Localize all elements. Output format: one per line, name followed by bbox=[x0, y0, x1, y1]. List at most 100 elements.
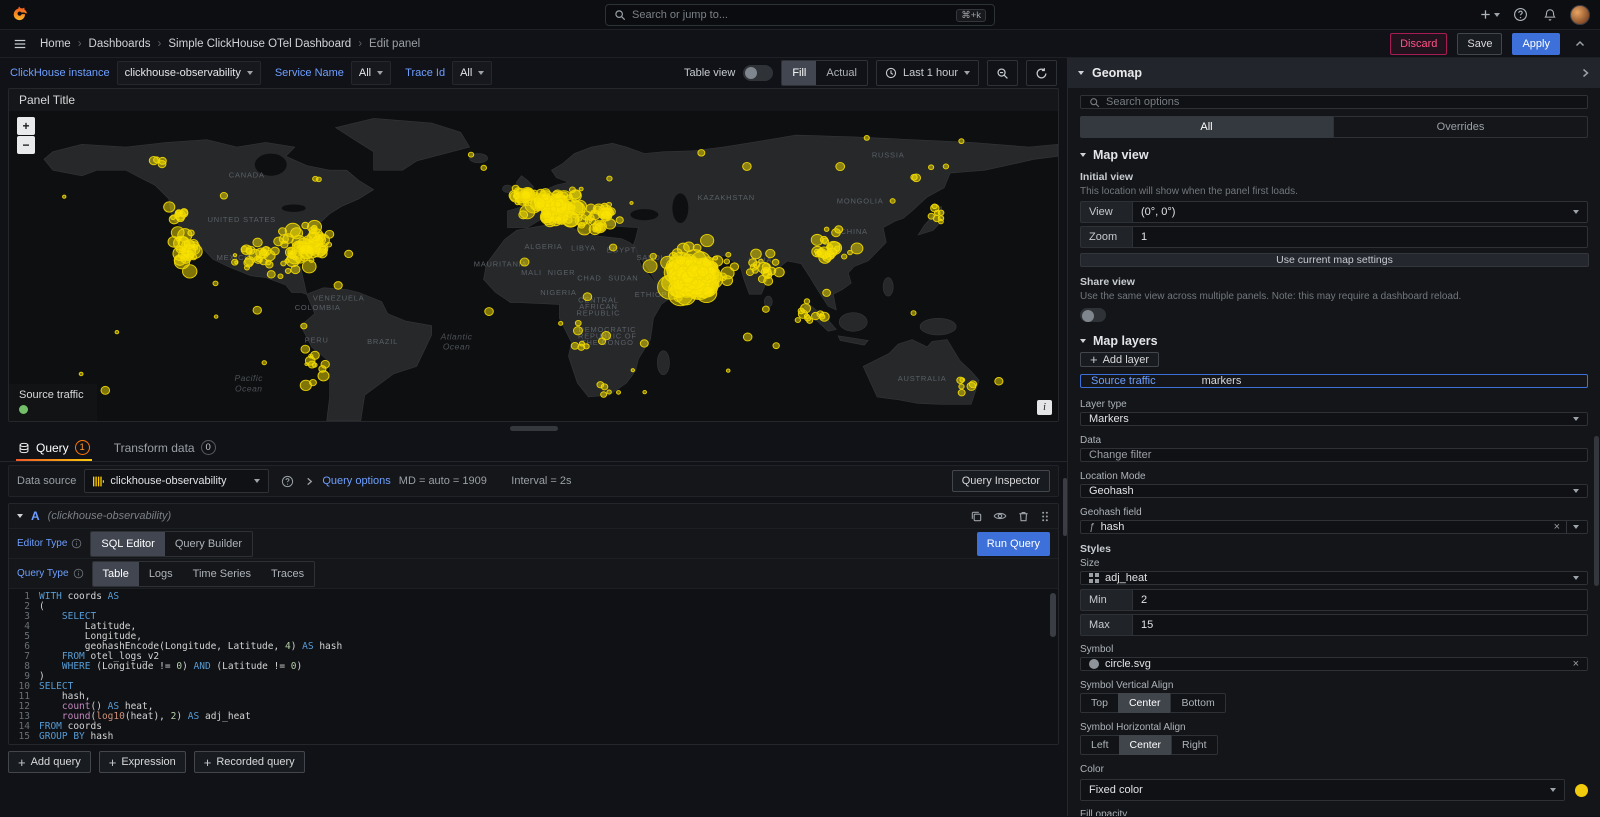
panel-title[interactable]: Panel Title bbox=[9, 89, 1058, 111]
map-marker[interactable] bbox=[743, 333, 752, 341]
map-marker[interactable] bbox=[559, 321, 563, 325]
map-marker[interactable] bbox=[279, 235, 288, 244]
map-marker[interactable] bbox=[174, 255, 185, 266]
map-marker[interactable] bbox=[701, 234, 714, 246]
map-marker[interactable] bbox=[278, 274, 283, 279]
map-marker[interactable] bbox=[577, 217, 582, 221]
halign-center[interactable]: Center bbox=[1119, 735, 1173, 755]
add-layer-button[interactable]: +Add layer bbox=[1080, 352, 1159, 367]
share-view-toggle[interactable] bbox=[1080, 308, 1106, 322]
map-marker[interactable] bbox=[630, 202, 633, 205]
map-marker[interactable] bbox=[214, 315, 218, 318]
user-avatar[interactable] bbox=[1570, 5, 1590, 25]
map-marker[interactable] bbox=[101, 386, 110, 394]
remove-query-trash-icon[interactable] bbox=[1017, 510, 1030, 523]
map-marker[interactable] bbox=[726, 252, 731, 257]
map-marker[interactable] bbox=[674, 294, 682, 301]
options-search-input[interactable]: Search options bbox=[1080, 95, 1588, 109]
map-marker[interactable] bbox=[598, 338, 605, 345]
map-marker[interactable] bbox=[321, 360, 329, 368]
map-marker[interactable] bbox=[832, 229, 841, 237]
map-marker[interactable] bbox=[679, 280, 683, 284]
run-query-button[interactable]: Run Query bbox=[977, 532, 1050, 556]
variable-value-dropdown[interactable]: All bbox=[452, 61, 492, 85]
map-marker[interactable] bbox=[63, 195, 66, 198]
variable-value-dropdown[interactable]: clickhouse-observability bbox=[117, 61, 261, 85]
map-marker[interactable] bbox=[213, 281, 218, 286]
map-marker[interactable] bbox=[851, 243, 863, 254]
halign-right[interactable]: Right bbox=[1171, 735, 1218, 755]
map-marker[interactable] bbox=[302, 260, 316, 273]
map-marker[interactable] bbox=[697, 266, 708, 277]
map-marker[interactable] bbox=[183, 265, 197, 278]
map-marker[interactable] bbox=[640, 340, 648, 347]
query-builder-button[interactable]: Query Builder bbox=[165, 532, 252, 556]
map-zoom-out-button[interactable]: − bbox=[17, 136, 35, 154]
map-marker[interactable] bbox=[761, 267, 771, 276]
map-marker[interactable] bbox=[254, 256, 262, 264]
map-marker[interactable] bbox=[481, 165, 487, 170]
map-marker[interactable] bbox=[542, 210, 551, 219]
query-type-logs[interactable]: Logs bbox=[139, 562, 183, 586]
layer-row-source-traffic[interactable]: Source traffic markers bbox=[1080, 374, 1588, 388]
discard-button[interactable]: Discard bbox=[1390, 33, 1447, 55]
map-marker[interactable] bbox=[928, 213, 934, 219]
map-marker[interactable] bbox=[609, 244, 616, 251]
map-marker[interactable] bbox=[575, 320, 581, 325]
map-marker[interactable] bbox=[264, 250, 275, 260]
map-marker[interactable] bbox=[521, 190, 531, 200]
map-marker[interactable] bbox=[598, 224, 602, 228]
map-marker[interactable] bbox=[617, 391, 621, 395]
sidebar-header[interactable]: Geomap bbox=[1068, 58, 1600, 88]
query-type-time-series[interactable]: Time Series bbox=[183, 562, 261, 586]
map-marker[interactable] bbox=[169, 215, 179, 224]
add-recorded-query-button[interactable]: +Recorded query bbox=[194, 751, 305, 773]
map-marker[interactable] bbox=[730, 263, 738, 271]
datasource-picker[interactable]: clickhouse-observability bbox=[84, 469, 269, 493]
map-marker[interactable] bbox=[509, 190, 520, 200]
map-marker[interactable] bbox=[811, 234, 823, 245]
location-mode-select[interactable]: Geohash bbox=[1080, 484, 1588, 498]
map-marker[interactable] bbox=[244, 265, 249, 270]
resize-grip[interactable] bbox=[510, 426, 558, 431]
breadcrumb-home[interactable]: Home bbox=[40, 38, 71, 50]
map-marker[interactable] bbox=[677, 243, 689, 254]
valign-center[interactable]: Center bbox=[1118, 693, 1172, 713]
map-marker[interactable] bbox=[571, 342, 578, 349]
map-marker[interactable] bbox=[823, 289, 831, 296]
max-input[interactable]: 15 bbox=[1132, 614, 1588, 636]
map-marker[interactable] bbox=[864, 136, 869, 141]
map-marker[interactable] bbox=[683, 266, 687, 270]
datasource-help-button[interactable] bbox=[277, 470, 297, 492]
hide-response-eye-icon[interactable] bbox=[993, 509, 1007, 523]
symbol-select[interactable]: circle.svg × bbox=[1080, 657, 1588, 671]
size-field-select[interactable]: adj_heat bbox=[1080, 571, 1588, 585]
map-marker[interactable] bbox=[301, 323, 307, 329]
map-marker[interactable] bbox=[822, 238, 829, 244]
map-marker[interactable] bbox=[555, 216, 562, 223]
map-marker[interactable] bbox=[179, 247, 186, 254]
map-marker[interactable] bbox=[345, 250, 353, 257]
map-marker[interactable] bbox=[597, 382, 604, 388]
query-inspector-button[interactable]: Query Inspector bbox=[952, 470, 1050, 492]
breadcrumb-dashboards[interactable]: Dashboards bbox=[89, 38, 151, 50]
map-marker[interactable] bbox=[911, 311, 916, 316]
map-marker[interactable] bbox=[253, 238, 262, 247]
map-marker[interactable] bbox=[712, 256, 723, 266]
map-marker[interactable] bbox=[762, 306, 769, 312]
save-button[interactable]: Save bbox=[1457, 33, 1502, 55]
valign-top[interactable]: Top bbox=[1080, 693, 1119, 713]
actual-button[interactable]: Actual bbox=[816, 61, 867, 85]
map-marker[interactable] bbox=[939, 219, 944, 223]
map-marker[interactable] bbox=[279, 228, 287, 235]
map-marker[interactable] bbox=[305, 363, 308, 366]
map-marker[interactable] bbox=[643, 390, 647, 393]
zoom-out-time-button[interactable] bbox=[987, 60, 1018, 86]
query-type-traces[interactable]: Traces bbox=[261, 562, 314, 586]
map-marker[interactable] bbox=[817, 311, 824, 317]
map-marker[interactable] bbox=[774, 267, 784, 276]
map-marker[interactable] bbox=[718, 273, 726, 281]
color-swatch[interactable] bbox=[1575, 784, 1588, 797]
map-marker[interactable] bbox=[326, 242, 331, 247]
map-marker[interactable] bbox=[300, 380, 311, 390]
